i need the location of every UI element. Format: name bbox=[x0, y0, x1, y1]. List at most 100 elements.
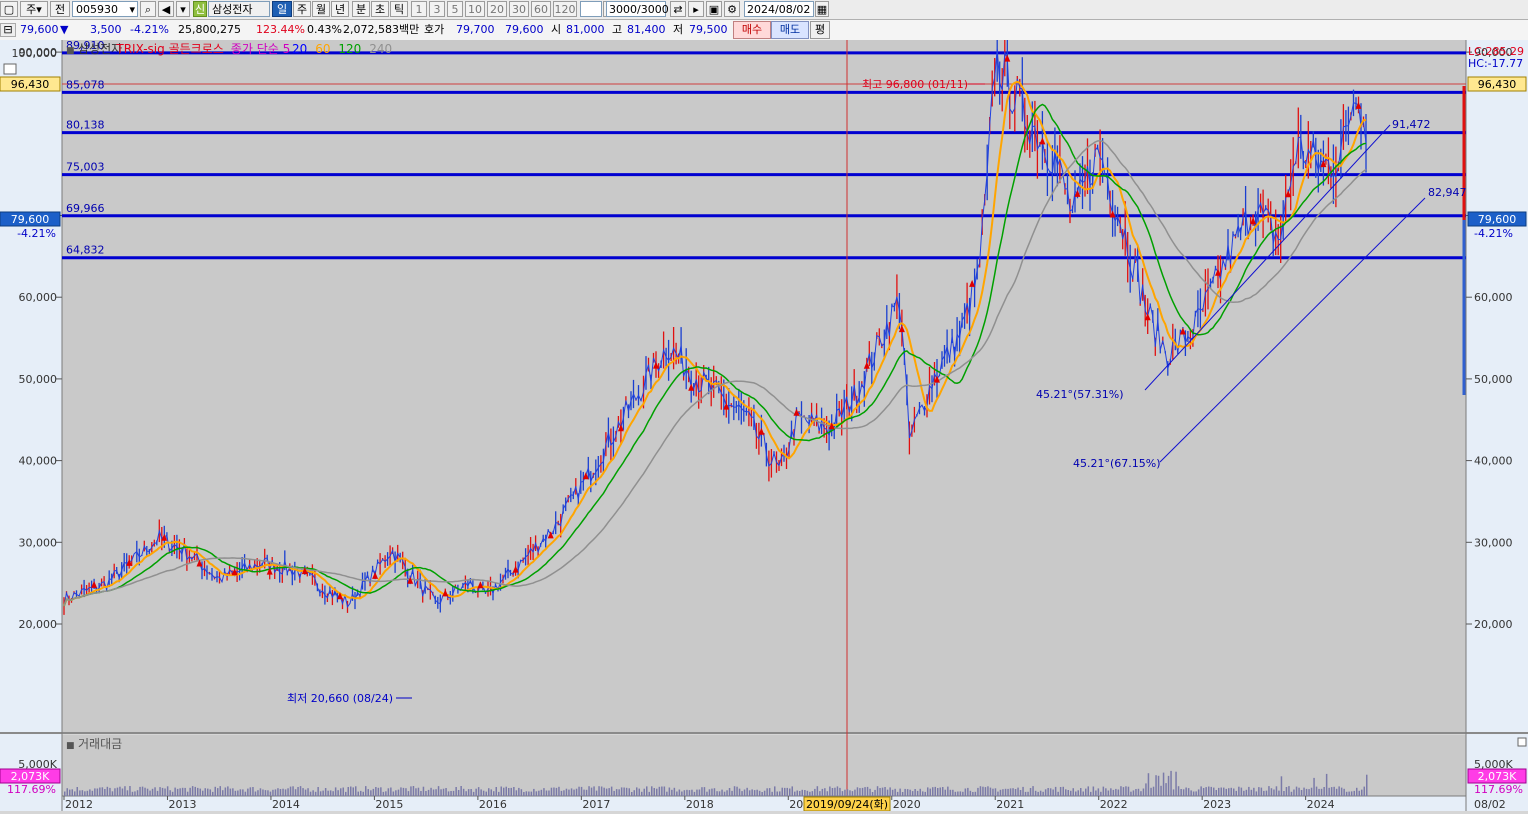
volume-bar bbox=[580, 786, 583, 796]
interval-1[interactable]: 1 bbox=[411, 1, 427, 17]
chart-settings-icon[interactable]: ⇄ bbox=[670, 1, 686, 17]
volume-bar bbox=[565, 788, 568, 796]
volume-bar bbox=[884, 787, 886, 796]
volume-bar bbox=[967, 787, 969, 796]
volume-bar bbox=[618, 789, 620, 796]
x-axis-panel bbox=[0, 796, 1528, 811]
interval-3[interactable]: 3 bbox=[429, 1, 445, 17]
interval-10[interactable]: 10 bbox=[465, 1, 485, 17]
volume-bar bbox=[79, 790, 81, 796]
volume-bar bbox=[269, 791, 272, 796]
volume-bar bbox=[111, 791, 114, 796]
volume-bar bbox=[392, 791, 395, 796]
volume-bar bbox=[1205, 787, 1207, 796]
volume-bar bbox=[901, 792, 904, 796]
volume-bar bbox=[1160, 785, 1162, 796]
sell-button[interactable]: 매도 bbox=[771, 21, 809, 39]
volume-bar bbox=[116, 787, 119, 796]
interval-30[interactable]: 30 bbox=[509, 1, 529, 17]
interval-custom-field[interactable] bbox=[580, 1, 602, 17]
volume-bar bbox=[156, 790, 159, 796]
scroll-right-icon[interactable]: ▸ bbox=[688, 1, 704, 17]
volume-bar bbox=[658, 786, 661, 796]
volume-bar bbox=[876, 786, 879, 796]
buy-button[interactable]: 매수 bbox=[733, 21, 771, 39]
volume-bar bbox=[676, 791, 678, 796]
save-icon[interactable]: ▣ bbox=[706, 1, 722, 17]
volume-bar bbox=[681, 791, 683, 796]
volume-bar bbox=[214, 786, 216, 796]
period-select[interactable]: 주▾ bbox=[20, 1, 48, 17]
cursor-date-label: 2019/09/24(화) bbox=[806, 798, 888, 811]
tab-daily[interactable]: 일 bbox=[272, 1, 292, 17]
volume-bar bbox=[1190, 790, 1192, 796]
volume-bar bbox=[342, 787, 344, 796]
volume-bar bbox=[227, 786, 229, 796]
interval-20[interactable]: 20 bbox=[487, 1, 507, 17]
interval-5[interactable]: 5 bbox=[447, 1, 463, 17]
expand-icon[interactable]: ⊟ bbox=[0, 23, 16, 37]
tab-yearly[interactable]: 년 bbox=[331, 1, 349, 17]
volume-bar bbox=[144, 787, 146, 796]
volume-bar bbox=[1210, 786, 1212, 796]
volume-bar bbox=[294, 789, 297, 796]
volume-bar bbox=[365, 786, 367, 796]
volume-bar bbox=[66, 788, 68, 796]
volume-bar bbox=[432, 789, 435, 796]
volume-bar bbox=[1260, 787, 1263, 796]
window-menu-icon[interactable]: ▢ bbox=[0, 1, 18, 17]
volume-bar bbox=[347, 787, 349, 796]
volume-bar bbox=[937, 788, 939, 796]
volume-bar bbox=[776, 791, 778, 796]
dropdown-arrow-icon[interactable]: ▾ bbox=[176, 1, 190, 17]
volume-bar bbox=[1034, 790, 1037, 796]
search-icon[interactable]: ⌕ bbox=[140, 1, 156, 17]
tab-minute[interactable]: 분 bbox=[352, 1, 370, 17]
volume-bar bbox=[962, 791, 964, 796]
count-field[interactable]: 3000/3000 bbox=[606, 1, 669, 17]
stock-name-field: 삼성전자 bbox=[208, 1, 270, 17]
gear-icon[interactable]: ⚙ bbox=[724, 1, 740, 17]
volume-bar bbox=[166, 786, 169, 796]
volume-bar bbox=[1185, 787, 1187, 796]
volume-bar bbox=[304, 789, 307, 796]
volume-bar bbox=[543, 788, 545, 796]
legend-ma-period: 60 bbox=[315, 42, 330, 56]
volume-bar bbox=[530, 791, 533, 796]
volume-bar bbox=[477, 787, 480, 796]
period-select-label: 주 bbox=[26, 3, 37, 16]
stock-code-field[interactable]: 005930 ▾ bbox=[72, 1, 138, 17]
chart-area[interactable]: 90,00090,00070,00070,00060,00060,00050,0… bbox=[0, 16, 1528, 812]
volume-bar bbox=[91, 790, 94, 796]
tab-weekly[interactable]: 주 bbox=[293, 1, 311, 17]
volume-bar bbox=[1029, 788, 1032, 796]
calendar-icon[interactable]: ▦ bbox=[815, 1, 829, 17]
volume-bar bbox=[1145, 783, 1147, 796]
grid-icon[interactable] bbox=[3, 63, 17, 75]
volume-bar bbox=[914, 789, 916, 796]
tab-monthly[interactable]: 월 bbox=[312, 1, 330, 17]
volume-bar bbox=[585, 789, 588, 796]
volume-collapse-icon[interactable] bbox=[1517, 737, 1527, 747]
tab-second[interactable]: 초 bbox=[371, 1, 389, 17]
interval-120[interactable]: 120 bbox=[553, 1, 577, 17]
volume-bar bbox=[1080, 788, 1082, 796]
eval-button[interactable]: 평 bbox=[810, 21, 830, 39]
volume-bar bbox=[1213, 787, 1215, 796]
interval-60[interactable]: 60 bbox=[531, 1, 551, 17]
tab-tick[interactable]: 틱 bbox=[390, 1, 408, 17]
volume-bar bbox=[733, 786, 736, 796]
compare-button[interactable]: 전 bbox=[50, 1, 70, 17]
date-field[interactable]: 2024/08/02 bbox=[744, 1, 814, 17]
volume-bar bbox=[1177, 786, 1180, 796]
volume-bar bbox=[540, 789, 543, 796]
y-tick-label-right: 30,000 bbox=[1474, 536, 1513, 549]
volume-bar bbox=[743, 789, 746, 796]
volume-bar bbox=[809, 791, 811, 796]
volume-bar bbox=[272, 789, 274, 796]
volume-bar bbox=[1047, 788, 1049, 796]
volume-bar bbox=[1077, 790, 1079, 796]
speaker-icon[interactable]: ◀ bbox=[158, 1, 174, 17]
volume-bar bbox=[1323, 787, 1325, 796]
volume-bar bbox=[322, 790, 324, 796]
